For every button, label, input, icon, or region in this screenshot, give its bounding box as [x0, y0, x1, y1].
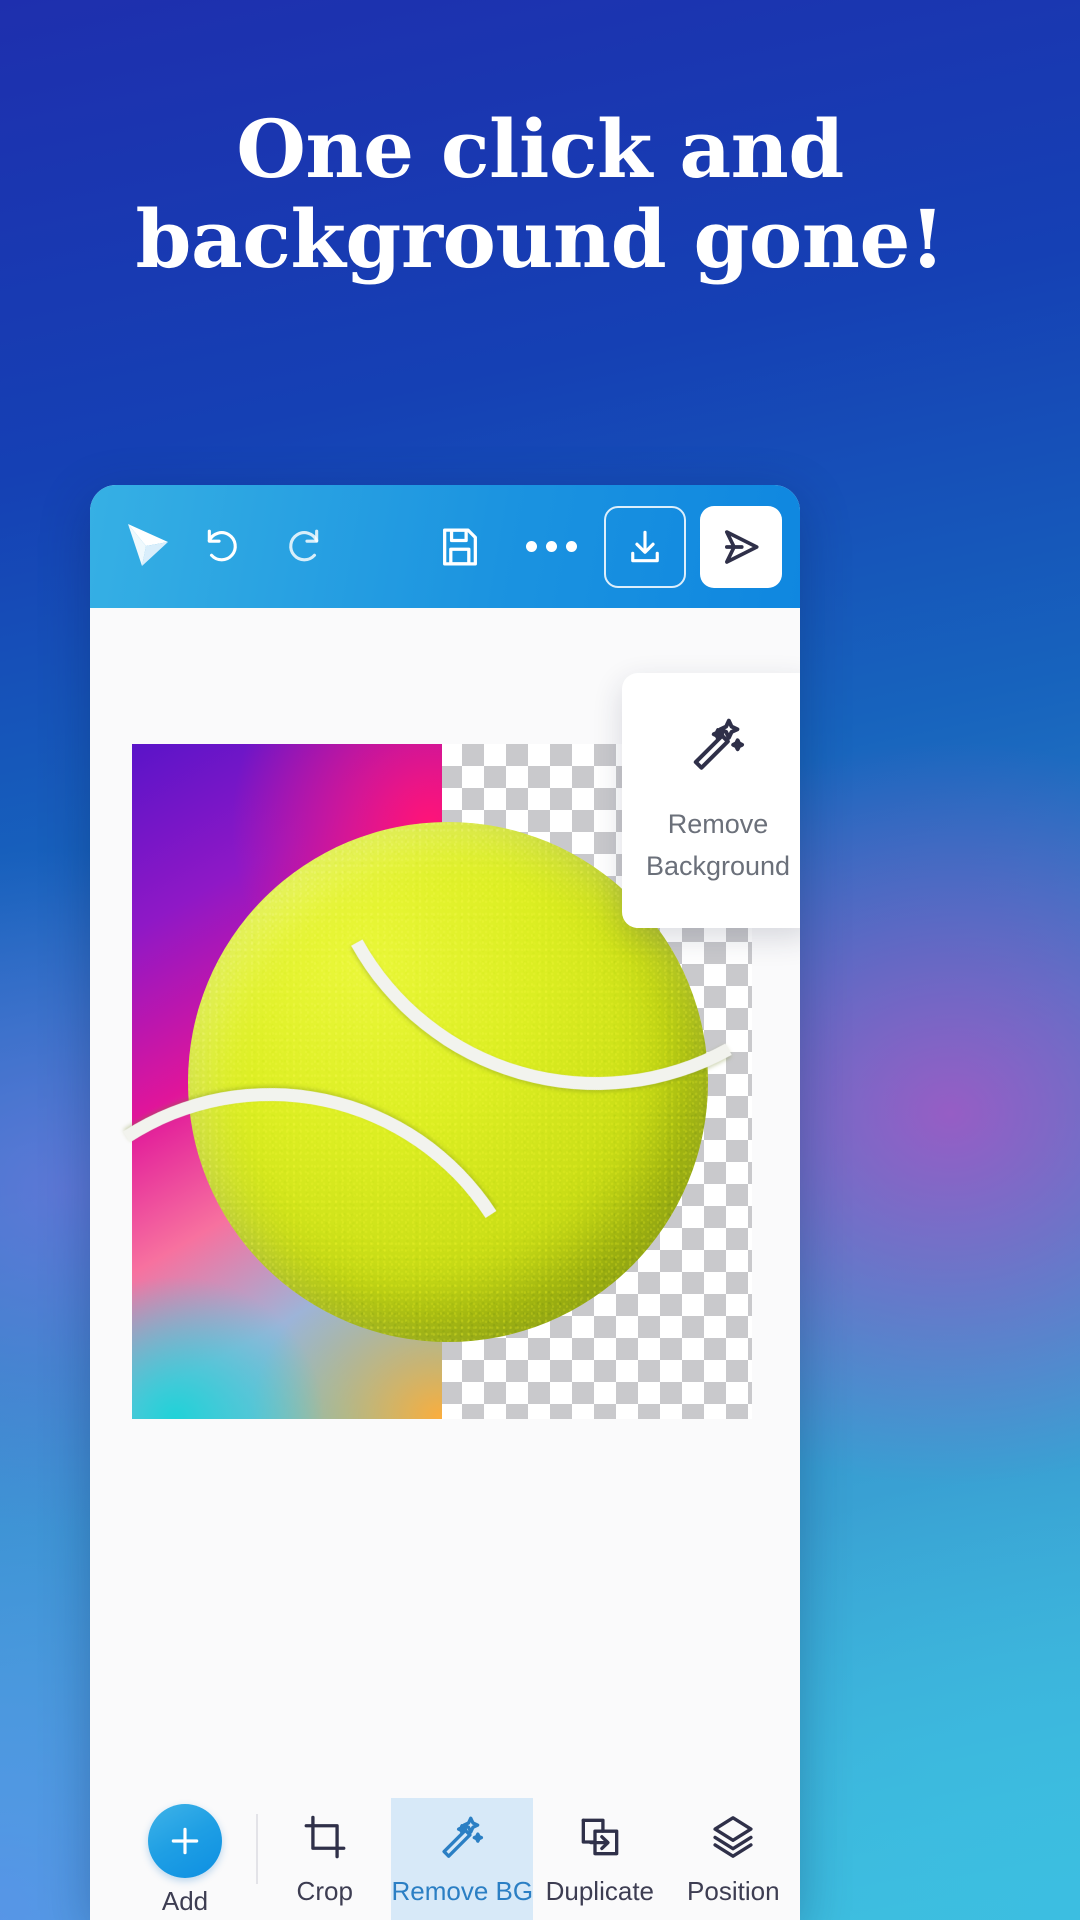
page-title: One click and background gone! [0, 108, 1080, 281]
magic-wand-icon [442, 1816, 484, 1858]
save-floppy-icon [443, 528, 477, 565]
share-send-icon [724, 529, 759, 564]
plus-icon [171, 1827, 199, 1855]
download-button[interactable] [604, 505, 686, 588]
magic-wand-icon-svg [693, 718, 745, 770]
layers-icon [713, 1816, 753, 1858]
tool-crop-label: Crop [296, 1876, 353, 1906]
tool-duplicate-label: Duplicate [545, 1876, 655, 1906]
tool-remove-bg-label: Remove BG [391, 1876, 534, 1906]
add-button-label: Add [161, 1886, 209, 1916]
add-circle-icon [148, 1804, 222, 1878]
app-logo-arrow-icon[interactable] [114, 510, 188, 584]
remove-background-card-line-1: Remove [667, 809, 769, 840]
more-options-button[interactable] [518, 514, 584, 580]
app-bottom-toolbar: Add Crop Remove BG Duplicate Position [90, 1798, 800, 1920]
tool-list: Crop Remove BG Duplicate Position [258, 1798, 800, 1920]
app-top-toolbar [90, 485, 800, 608]
headline-line-2: background gone! [135, 192, 945, 287]
undo-button[interactable] [188, 511, 260, 583]
undo-icon [207, 529, 237, 561]
app-screen-mockup: Remove Background Add Crop Remove BG Dup… [90, 485, 800, 1920]
share-button[interactable] [700, 505, 782, 588]
tool-remove-bg[interactable]: Remove BG [391, 1798, 534, 1920]
magic-wand-icon [687, 713, 749, 780]
remove-background-tooltip-card[interactable]: Remove Background [622, 673, 800, 928]
tool-duplicate[interactable]: Duplicate [533, 1798, 666, 1920]
app-logo-arrow-icon-svg [128, 523, 168, 566]
more-dots-icon [525, 541, 577, 552]
add-button[interactable]: Add [126, 1798, 244, 1920]
redo-icon [289, 529, 319, 561]
tool-crop[interactable]: Crop [258, 1798, 391, 1920]
tool-position[interactable]: Position [667, 1798, 800, 1920]
crop-icon [304, 1815, 346, 1859]
save-button[interactable] [424, 511, 496, 583]
headline-line-1: One click and [236, 102, 844, 196]
duplicate-icon [581, 1818, 619, 1856]
redo-button[interactable] [266, 511, 338, 583]
remove-background-card-line-2: Background [645, 851, 791, 881]
tool-position-label: Position [687, 1876, 780, 1906]
editor-canvas[interactable]: Remove Background [90, 485, 800, 1798]
download-icon [631, 530, 659, 562]
remove-background-card-text: Remove Background [646, 804, 790, 888]
